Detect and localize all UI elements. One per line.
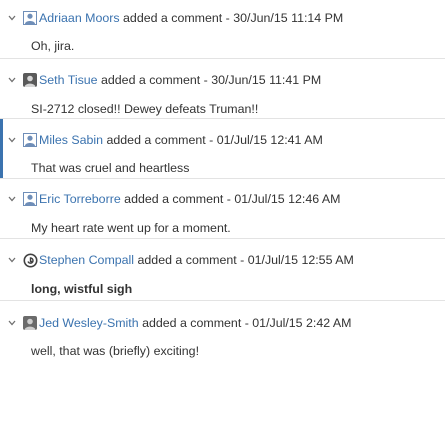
comment-action-text: added a comment - 01/Jul/15 12:41 AM <box>103 132 323 148</box>
comment-item-focused: Miles Sabin added a comment - 01/Jul/15 … <box>0 118 445 178</box>
comment-author-link[interactable]: Eric Torreborre <box>39 191 121 207</box>
comment-action-text: added a comment - 01/Jul/15 12:46 AM <box>121 191 340 207</box>
comment-timestamp[interactable]: 30/Jun/15 11:14 PM <box>233 11 343 25</box>
comment-header: Miles Sabin added a comment - 01/Jul/15 … <box>8 132 323 148</box>
comment-author-link[interactable]: Stephen Compall <box>39 252 134 268</box>
comment-separator: - <box>236 253 248 267</box>
comment-item: Seth Tisue added a comment - 30/Jun/15 1… <box>0 58 445 118</box>
comment-action: added a comment <box>101 73 201 87</box>
comment-author-link[interactable]: Miles Sabin <box>39 132 103 148</box>
comment-action: added a comment <box>106 133 206 147</box>
comment-action-text: added a comment - 01/Jul/15 2:42 AM <box>139 315 351 331</box>
comment-separator: - <box>241 316 253 330</box>
comment-timestamp[interactable]: 01/Jul/15 12:55 AM <box>248 253 354 267</box>
comment-body: That was cruel and heartless <box>31 161 190 175</box>
user-silhouette-icon <box>22 132 38 148</box>
chevron-down-icon[interactable] <box>8 315 22 331</box>
photo-avatar-icon <box>22 315 38 331</box>
comment-action: added a comment <box>142 316 242 330</box>
comment-separator: - <box>200 73 212 87</box>
comment-header: Jed Wesley-Smith added a comment - 01/Ju… <box>8 315 351 331</box>
comment-body: Oh, jira. <box>31 39 75 53</box>
comment-author-link[interactable]: Seth Tisue <box>39 72 98 88</box>
comment-body: well, that was (briefly) exciting! <box>31 344 200 358</box>
comment-header: Seth Tisue added a comment - 30/Jun/15 1… <box>8 72 321 88</box>
chevron-down-icon[interactable] <box>8 10 22 26</box>
chevron-down-icon[interactable] <box>8 252 22 268</box>
comment-timestamp[interactable]: 30/Jun/15 11:41 PM <box>211 73 321 87</box>
comment-timestamp[interactable]: 01/Jul/15 2:42 AM <box>252 316 351 330</box>
comment-item: Jed Wesley-Smith added a comment - 01/Ju… <box>0 300 445 360</box>
chevron-down-icon[interactable] <box>8 72 22 88</box>
comment-action-text: added a comment - 30/Jun/15 11:41 PM <box>98 72 321 88</box>
comment-author-link[interactable]: Jed Wesley-Smith <box>39 315 139 331</box>
comment-action-text: added a comment - 01/Jul/15 12:55 AM <box>134 252 354 268</box>
comment-header: Adriaan Moors added a comment - 30/Jun/1… <box>8 10 343 26</box>
chevron-down-icon[interactable] <box>8 191 22 207</box>
comment-item: Eric Torreborre added a comment - 01/Jul… <box>0 178 445 238</box>
comment-body-text: SI-2712 closed!! Dewey defeats Truman!! <box>31 102 259 116</box>
comment-body: long, wistful sigh <box>31 282 133 296</box>
comment-body: SI-2712 closed!! Dewey defeats Truman!! <box>12 101 258 117</box>
comment-author-link[interactable]: Adriaan Moors <box>39 10 120 26</box>
comment-timestamp[interactable]: 01/Jul/15 12:46 AM <box>234 192 340 206</box>
comment-header: Eric Torreborre added a comment - 01/Jul… <box>8 191 340 207</box>
comment-separator: - <box>222 11 234 25</box>
gravatar-icon <box>22 252 38 268</box>
comment-action-text: added a comment - 30/Jun/15 11:14 PM <box>120 10 343 26</box>
comment-timestamp[interactable]: 01/Jul/15 12:41 AM <box>217 133 323 147</box>
photo-avatar-icon <box>22 72 38 88</box>
comment-separator: - <box>223 192 235 206</box>
comment-action: added a comment <box>123 11 223 25</box>
comment-item: Stephen Compall added a comment - 01/Jul… <box>0 238 445 300</box>
comment-action: added a comment <box>124 192 224 206</box>
comment-body: My heart rate went up for a moment. <box>31 221 231 235</box>
comment-separator: - <box>205 133 217 147</box>
user-silhouette-icon <box>22 191 38 207</box>
comment-header: Stephen Compall added a comment - 01/Jul… <box>8 252 354 268</box>
user-silhouette-icon <box>22 10 38 26</box>
comment-action: added a comment <box>137 253 237 267</box>
chevron-down-icon[interactable] <box>8 132 22 148</box>
comment-item: Adriaan Moors added a comment - 30/Jun/1… <box>0 0 445 58</box>
